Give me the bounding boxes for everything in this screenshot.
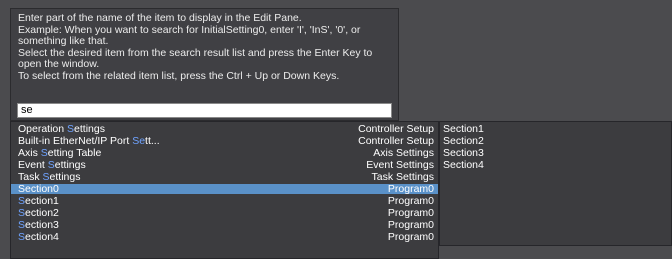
search-result-list[interactable]: Operation Settings Controller Setup Built-…	[10, 121, 439, 259]
match-highlight: S	[40, 147, 48, 159]
search-input[interactable]: se	[17, 103, 392, 118]
result-name: Operation Settings	[18, 123, 105, 135]
instruction-text: Enter part of the name of the item to di…	[18, 12, 393, 82]
result-row[interactable]: Task Settings Task Settings	[11, 171, 438, 183]
result-name: Axis Setting Table	[18, 147, 102, 159]
related-item[interactable]: Section3	[443, 148, 484, 159]
result-category: Event Settings	[366, 159, 434, 171]
related-item[interactable]: Section4	[443, 160, 484, 171]
result-name: Section0	[18, 183, 59, 195]
result-row[interactable]: Axis Setting Table Axis Settings	[11, 147, 438, 159]
match-highlight: S	[42, 171, 50, 183]
result-name: Event Settings	[18, 159, 86, 171]
related-item-list[interactable]: Section1 Section2 Section3 Section4	[439, 121, 672, 246]
result-row[interactable]: Event Settings Event Settings	[11, 159, 438, 171]
result-name: Section4	[18, 231, 59, 243]
match-highlight: S	[18, 207, 26, 219]
result-category: Program0	[387, 195, 434, 207]
empty-area	[439, 246, 672, 259]
result-name: Task Settings	[18, 171, 81, 183]
match-highlight: Se	[18, 183, 31, 195]
result-category: Program0	[387, 207, 434, 219]
result-category: Controller Setup	[358, 135, 434, 147]
result-name: Section2	[18, 207, 59, 219]
result-row[interactable]: Built-in EtherNet/IP Port Sett... Control…	[11, 135, 438, 147]
match-highlight: S	[18, 231, 26, 243]
result-name: Section3	[18, 219, 59, 231]
match-highlight: S	[47, 159, 55, 171]
result-row[interactable]: Operation Settings Controller Setup	[11, 123, 438, 135]
result-category: Controller Setup	[358, 123, 434, 135]
match-highlight: Se	[132, 135, 146, 147]
instruction-line: Enter part of the name of the item to di…	[18, 12, 302, 24]
match-highlight: S	[18, 195, 26, 207]
result-row[interactable]: Section4 Program0	[11, 231, 438, 243]
result-name: Built-in EtherNet/IP Port Sett...	[18, 135, 160, 147]
result-row[interactable]: Section3 Program0	[11, 219, 438, 231]
instruction-line: To select from the related item list, pr…	[18, 69, 340, 82]
result-category: Program0	[387, 183, 434, 195]
result-category: Task Settings	[371, 171, 434, 183]
related-item[interactable]: Section2	[443, 136, 484, 147]
instruction-panel: Enter part of the name of the item to di…	[10, 8, 399, 121]
result-category: Program0	[387, 231, 434, 243]
result-category: Program0	[387, 219, 434, 231]
result-name: Section1	[18, 195, 59, 207]
related-item[interactable]: Section1	[443, 124, 484, 135]
result-row[interactable]: Section0 Program0	[11, 184, 438, 194]
empty-area	[399, 8, 672, 121]
result-row[interactable]: Section2 Program0	[11, 207, 438, 219]
result-row[interactable]: Section1 Program0	[11, 195, 438, 207]
match-highlight: S	[18, 219, 26, 231]
match-highlight: S	[67, 123, 75, 135]
result-category: Axis Settings	[373, 147, 434, 159]
instruction-line: open the window.	[18, 58, 100, 70]
instruction-line: something like that.	[18, 35, 109, 47]
